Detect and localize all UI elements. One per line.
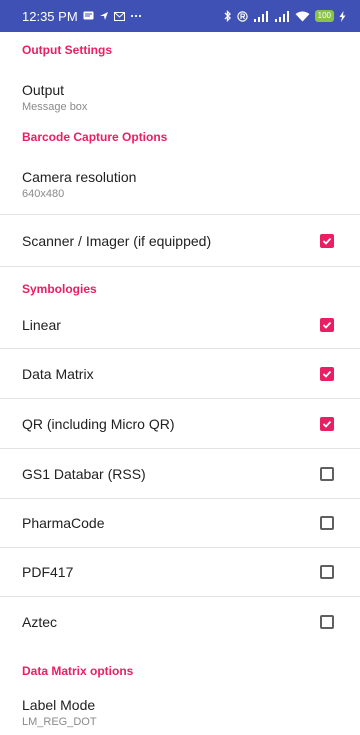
symbology-row[interactable]: PharmaCode: [0, 499, 360, 548]
category-barcode-capture-options: Barcode Capture Options: [22, 130, 168, 144]
pref-camera-resolution[interactable]: Camera resolution 640x480: [0, 149, 360, 215]
pref-camera-resolution-summary: 640x480: [22, 188, 65, 200]
category-symbologies: Symbologies: [22, 282, 97, 296]
symbology-checkbox[interactable]: [320, 516, 334, 530]
settings-list: Output Settings Output Message box Barco…: [0, 38, 360, 735]
more-icon: [130, 14, 142, 18]
symbology-row[interactable]: Aztec: [0, 597, 360, 647]
category-data-matrix-options: Data Matrix options: [22, 664, 134, 678]
bluetooth-icon: [224, 10, 232, 22]
signal-icon-2: [274, 10, 290, 22]
symbology-label: Linear: [22, 317, 61, 333]
pref-label-mode-summary: LM_REG_DOT: [22, 716, 97, 728]
scanner-checkbox[interactable]: [320, 233, 334, 248]
symbology-row[interactable]: PDF417: [0, 548, 360, 597]
battery-icon: 100: [314, 10, 334, 22]
symbology-checkbox[interactable]: [320, 565, 334, 579]
pref-scanner-label: Scanner / Imager (if equipped): [22, 232, 212, 249]
pref-output-summary: Message box: [22, 101, 88, 113]
pref-label-mode-title: Label Mode: [22, 697, 96, 713]
pref-output[interactable]: Output Message box: [0, 62, 360, 122]
wifi-icon: [295, 11, 310, 22]
pref-output-title: Output: [22, 82, 65, 98]
symbology-checkbox[interactable]: [320, 466, 334, 481]
pref-scanner[interactable]: Scanner / Imager (if equipped): [0, 215, 360, 267]
navigation-icon: [99, 11, 109, 21]
registered-icon: [236, 10, 248, 22]
symbology-row[interactable]: QR (including Micro QR): [0, 399, 360, 449]
symbology-row[interactable]: Linear: [0, 302, 360, 349]
symbology-label: PharmaCode: [22, 515, 105, 531]
charging-icon: [339, 10, 346, 22]
symbology-checkbox[interactable]: [320, 366, 334, 381]
symbology-checkbox[interactable]: [320, 318, 334, 332]
pref-label-mode[interactable]: Label Mode LM_REG_DOT: [0, 683, 360, 735]
symbology-label: GS1 Databar (RSS): [22, 465, 146, 482]
symbology-label: PDF417: [22, 564, 74, 580]
symbology-row[interactable]: GS1 Databar (RSS): [0, 449, 360, 499]
status-bar: 12:35 PM 100: [0, 0, 360, 32]
pref-camera-resolution-title: Camera resolution: [22, 169, 137, 185]
mail-icon: [113, 11, 125, 21]
symbology-label: Aztec: [22, 614, 58, 630]
message-icon: [83, 11, 94, 21]
category-output-settings: Output Settings: [22, 43, 112, 57]
status-time: 12:35 PM: [22, 8, 78, 24]
symbology-row[interactable]: Data Matrix: [0, 349, 360, 399]
symbology-checkbox[interactable]: [320, 416, 334, 431]
symbology-checkbox[interactable]: [320, 615, 334, 629]
symbology-label: QR (including Micro QR): [22, 415, 175, 432]
signal-icon: [253, 10, 269, 22]
symbology-label: Data Matrix: [22, 365, 94, 382]
